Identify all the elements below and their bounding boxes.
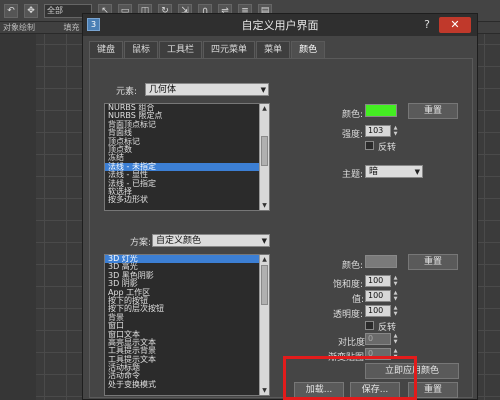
element-list-item[interactable]: 顶点数: [105, 145, 269, 154]
footer-reset-button[interactable]: 重置: [408, 382, 458, 398]
scheme-label: 方案:: [130, 238, 152, 248]
dialog-titlebar[interactable]: 3 自定义用户界面 ? ✕: [83, 14, 477, 36]
scroll-down-icon[interactable]: ▼: [260, 386, 269, 395]
tab-menus[interactable]: 菜单: [256, 41, 291, 58]
ribbon-tab-populate[interactable]: 填充: [64, 23, 80, 32]
contrast-spin-arrows-icon[interactable]: ▲ ▼: [392, 333, 399, 345]
value-label: 值:: [352, 295, 365, 305]
scheme-invert-checkbox[interactable]: [365, 321, 374, 330]
chevron-down-icon: ▼: [260, 86, 266, 94]
scheme-color-swatch[interactable]: [365, 255, 397, 268]
scheme-color-label: 颜色:: [342, 261, 364, 271]
intensity-label: 强度:: [342, 130, 364, 140]
left-sidebar: [0, 34, 36, 400]
scheme-list-item[interactable]: 背景: [105, 313, 269, 322]
fade-label: 渐变贴图:: [328, 353, 368, 363]
load-button[interactable]: 加载...: [294, 382, 344, 398]
scheme-list-item[interactable]: 按下的层次按钮: [105, 304, 269, 313]
fade-spin-arrows-icon[interactable]: ▲ ▼: [392, 348, 399, 360]
tab-keyboard[interactable]: 键盘: [89, 41, 124, 58]
app-icon: 3: [87, 18, 100, 31]
element-list-scrollbar[interactable]: ▲ ▼: [259, 104, 269, 210]
apply-colors-now-button[interactable]: 立即应用颜色: [365, 363, 459, 379]
chevron-down-icon: ▼: [414, 168, 420, 176]
help-button[interactable]: ?: [419, 17, 435, 33]
customize-ui-dialog: 3 自定义用户界面 ? ✕ 键盘 鼠标 工具栏 四元菜单 菜单 颜色 元素: 几…: [82, 13, 478, 400]
element-color-label: 颜色:: [342, 110, 364, 120]
chevron-down-icon: ▼: [261, 237, 267, 245]
scroll-thumb[interactable]: [261, 136, 268, 166]
scroll-up-icon[interactable]: ▲: [260, 104, 269, 113]
tab-quad-menus[interactable]: 四元菜单: [203, 41, 256, 58]
scroll-up-icon[interactable]: ▲: [260, 255, 269, 264]
element-reset-button[interactable]: 重置: [408, 103, 458, 119]
contrast-label: 对比度:: [338, 338, 369, 348]
scheme-dropdown-value: 自定义颜色: [156, 236, 202, 246]
scheme-reset-button[interactable]: 重置: [408, 254, 458, 270]
element-list[interactable]: NURBS 组合 NURBS 限定点 背面顶点标记 背面线 顶点标记 顶点数 冻结 法线 - …: [104, 103, 270, 211]
tab-strip: 键盘 鼠标 工具栏 四元菜单 菜单 颜色: [89, 41, 326, 58]
transparency-spinner[interactable]: 100: [365, 305, 391, 317]
saturation-spin-arrows-icon[interactable]: ▲ ▼: [392, 275, 399, 287]
value-spinner[interactable]: 100: [365, 290, 391, 302]
theme-dropdown[interactable]: 暗 ▼: [365, 165, 423, 178]
scroll-down-icon[interactable]: ▼: [260, 201, 269, 210]
scheme-list-scrollbar[interactable]: ▲ ▼: [259, 255, 269, 395]
transparency-spin-arrows-icon[interactable]: ▲ ▼: [392, 305, 399, 317]
scheme-list-item[interactable]: 处于变换模式: [105, 380, 269, 389]
scroll-thumb[interactable]: [261, 265, 268, 305]
ribbon-tab-object-paint[interactable]: 对象绘制: [3, 23, 35, 32]
transparency-label: 透明度:: [333, 310, 364, 320]
tab-mouse[interactable]: 鼠标: [124, 41, 159, 58]
theme-dropdown-value: 暗: [369, 167, 379, 177]
element-dropdown-value: 几何体: [149, 85, 177, 95]
element-color-swatch[interactable]: [365, 104, 397, 117]
saturation-label: 饱和度:: [333, 280, 364, 290]
colors-panel: 元素: 几何体 ▼ NURBS 组合 NURBS 限定点 背面顶点标记 背面线 顶点标记…: [89, 58, 473, 398]
value-spin-arrows-icon[interactable]: ▲ ▼: [392, 290, 399, 302]
move-icon[interactable]: ✥: [24, 3, 38, 18]
tab-toolbars[interactable]: 工具栏: [159, 41, 203, 58]
scheme-invert-label: 反转: [378, 323, 397, 333]
fade-spinner[interactable]: 0: [365, 348, 391, 360]
intensity-spinner[interactable]: 103: [365, 125, 391, 137]
element-invert-label: 反转: [378, 143, 397, 153]
undo-icon[interactable]: ↶: [4, 3, 18, 18]
scheme-dropdown[interactable]: 自定义颜色 ▼: [152, 234, 270, 247]
theme-label: 主题:: [342, 170, 364, 180]
intensity-spin-arrows-icon[interactable]: ▲ ▼: [392, 125, 399, 137]
close-button[interactable]: ✕: [439, 17, 471, 33]
contrast-spinner[interactable]: 0: [365, 333, 391, 345]
saturation-spinner[interactable]: 100: [365, 275, 391, 287]
element-invert-checkbox[interactable]: [365, 141, 374, 150]
element-label: 元素:: [116, 87, 138, 97]
tab-colors[interactable]: 颜色: [291, 41, 326, 58]
scheme-list[interactable]: 3D 灯光 3D 高光 3D 黑色阴影 3D 阴影 App 工作区 按下的按钮 按下的层次按…: [104, 254, 270, 396]
element-list-item[interactable]: 按多边形状: [105, 195, 269, 204]
save-button[interactable]: 保存...: [350, 382, 400, 398]
element-dropdown[interactable]: 几何体 ▼: [145, 83, 269, 96]
dialog-title: 自定义用户界面: [241, 19, 319, 32]
